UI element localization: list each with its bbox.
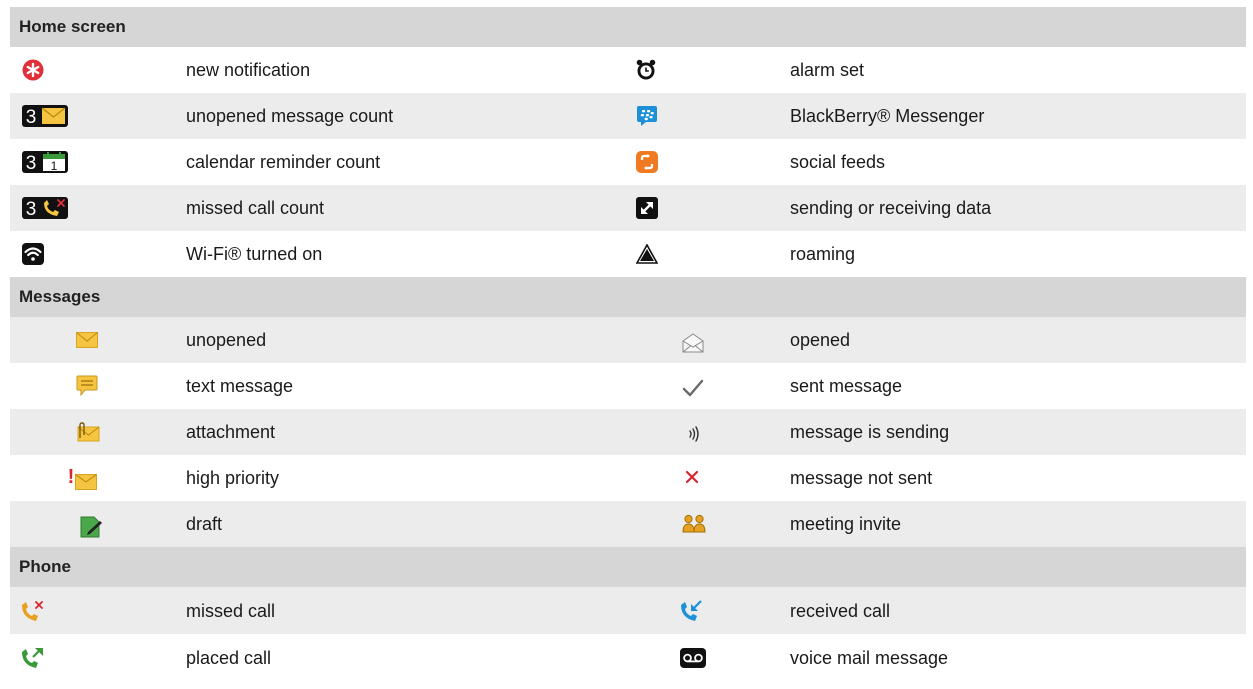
legend-label: draft <box>186 514 223 534</box>
legend-label: meeting invite <box>790 514 902 534</box>
legend-label: alarm set <box>790 60 865 80</box>
attachment-icon <box>10 422 186 442</box>
missed-call-count-icon: 3 <box>10 197 186 219</box>
legend-label: missed call count <box>186 198 325 218</box>
legend-row: placed call voice mail message <box>10 634 1246 681</box>
voicemail-icon <box>680 647 790 668</box>
legend-row: draft meeting invite <box>10 501 1246 547</box>
legend-row: text message sent message <box>10 363 1246 409</box>
text-bubble-icon <box>10 375 186 397</box>
legend-row: 3 unopened message count BlackBerry® Mes… <box>10 93 1246 139</box>
section-messages: Messages unopened opened text message se… <box>10 277 1246 547</box>
legend-row: ! high priority message not sent <box>10 455 1246 501</box>
legend-label: attachment <box>186 422 276 442</box>
icon-legend-table: Home screen new notification alarm set 3… <box>10 7 1246 681</box>
section-header: Messages <box>10 277 1246 317</box>
blackberry-messenger-icon <box>634 105 790 127</box>
legend-label: social feeds <box>790 152 886 172</box>
legend-row: Wi-Fi® turned on roaming <box>10 231 1246 277</box>
envelope-icon <box>10 332 186 348</box>
data-transfer-arrow-icon <box>634 197 790 219</box>
wifi-icon <box>10 243 186 265</box>
x-mark-icon <box>680 469 790 487</box>
legend-row: attachment message is sending <box>10 409 1246 455</box>
checkmark-icon <box>680 375 790 397</box>
unopened-message-count-icon: 3 <box>10 105 186 127</box>
count-badge: 3 <box>26 153 37 173</box>
sending-waves-icon <box>680 419 790 445</box>
draft-icon <box>10 510 186 538</box>
legend-row: 31 calendar reminder count social feeds <box>10 139 1246 185</box>
legend-label: calendar reminder count <box>186 152 381 172</box>
placed-call-icon <box>10 647 186 669</box>
missed-call-icon <box>10 600 186 622</box>
legend-label: opened <box>790 330 851 350</box>
legend-label: high priority <box>186 468 280 488</box>
legend-label: message is sending <box>790 422 950 442</box>
legend-row: new notification alarm set <box>10 47 1246 93</box>
section-header: Home screen <box>10 7 1246 47</box>
legend-label: received call <box>790 600 891 621</box>
alarm-clock-icon <box>634 59 790 81</box>
meeting-people-icon <box>680 514 790 534</box>
legend-label: missed call <box>186 600 276 621</box>
legend-label: BlackBerry® Messenger <box>790 106 985 126</box>
legend-label: sent message <box>790 376 903 396</box>
legend-label: voice mail message <box>790 647 949 668</box>
social-feeds-icon <box>634 151 790 173</box>
legend-label: unopened message count <box>186 106 394 126</box>
legend-label: Wi-Fi® turned on <box>186 244 323 264</box>
count-badge: 3 <box>26 107 37 127</box>
legend-label: new notification <box>186 60 311 80</box>
priority-mark: ! <box>68 466 74 488</box>
calendar-day: 1 <box>51 159 58 173</box>
legend-label: sending or receiving data <box>790 198 992 218</box>
legend-label: placed call <box>186 647 272 668</box>
calendar-reminder-count-icon: 31 <box>10 151 186 173</box>
legend-row: missed call received call <box>10 587 1246 634</box>
roaming-triangle-icon <box>634 244 790 264</box>
legend-row: 3 missed call count sending or receiving… <box>10 185 1246 231</box>
high-priority-icon: ! <box>10 466 186 490</box>
section-header: Phone <box>10 547 1246 587</box>
section-home-screen: Home screen new notification alarm set 3… <box>10 7 1246 277</box>
new-notification-icon <box>10 59 186 81</box>
section-phone: Phone missed call received call placed c… <box>10 547 1246 681</box>
legend-label: message not sent <box>790 468 933 488</box>
legend-label: text message <box>186 376 294 396</box>
legend-row: unopened opened <box>10 317 1246 363</box>
legend-label: unopened <box>186 330 267 350</box>
legend-label: roaming <box>790 244 856 264</box>
count-badge: 3 <box>26 199 37 219</box>
open-envelope-icon <box>680 327 790 353</box>
received-call-icon <box>680 599 790 622</box>
